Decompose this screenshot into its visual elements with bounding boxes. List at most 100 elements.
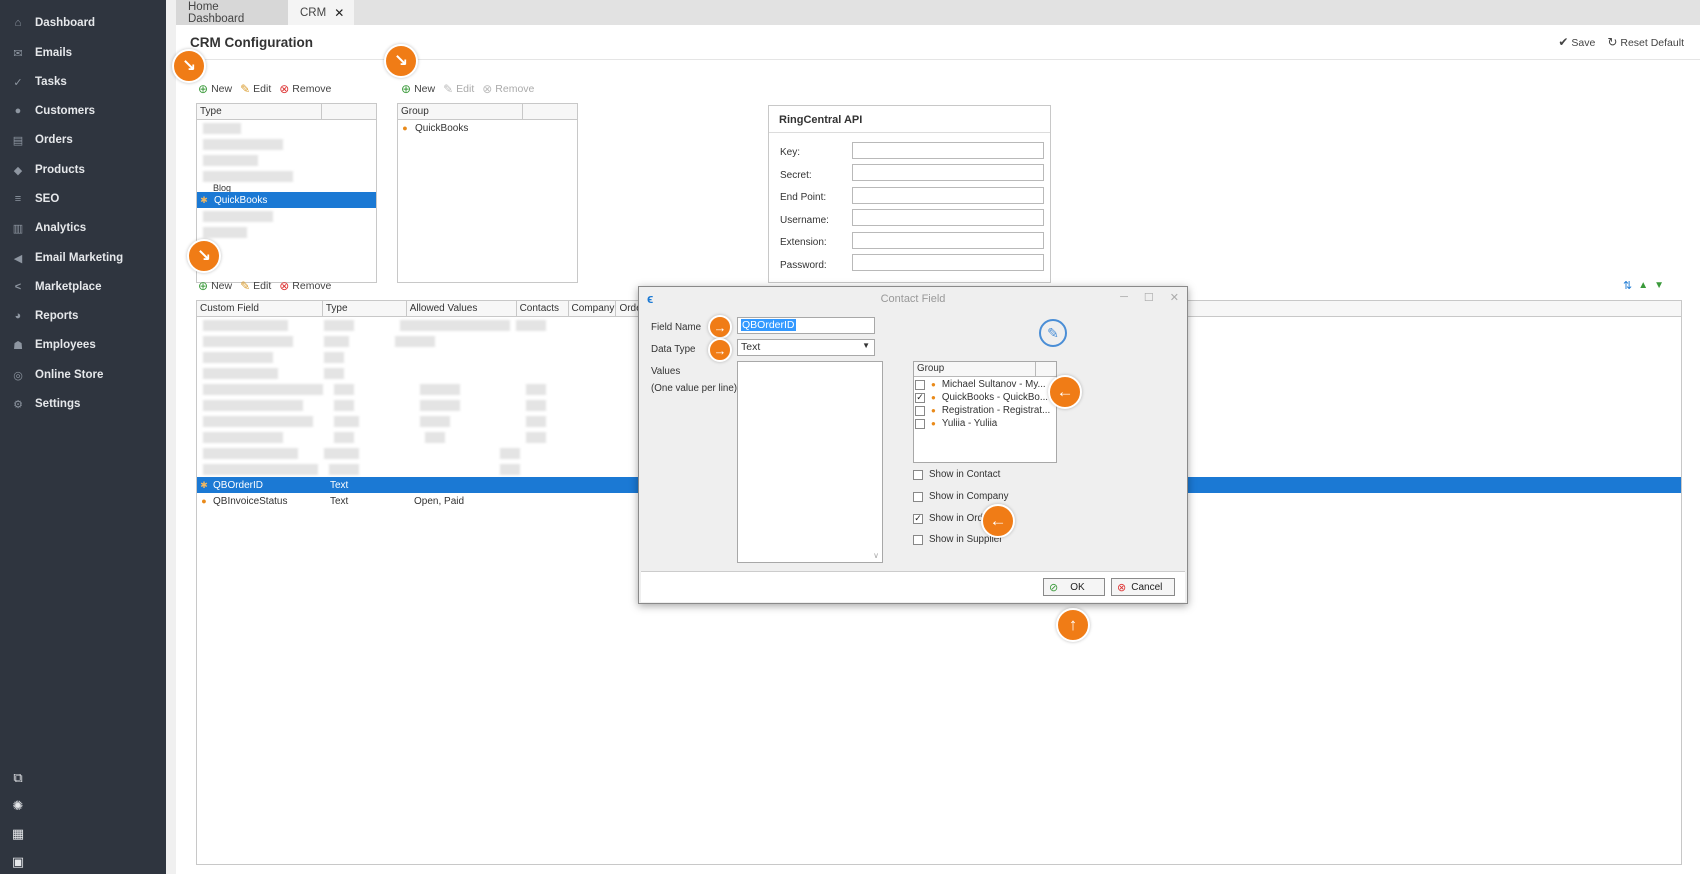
cancel-button[interactable]: ⊗ Cancel [1111,578,1175,596]
maximize-icon[interactable]: ☐ [1144,291,1154,304]
group-row-quickbooks[interactable]: ● QuickBooks [398,120,577,136]
group-remove-button[interactable]: ⊗ Remove [482,82,534,96]
minimize-icon[interactable]: ─ [1120,291,1128,304]
group-item-registration[interactable]: ● Registration - Registrat... [915,405,1057,416]
nav-email-marketing[interactable]: ◀ Email Marketing [0,245,166,271]
group-list: Group ● Michael Sultanov - My... ✓ ● QuickB… [913,361,1057,463]
dialog-titlebar: ϵ Contact Field ─ ☐ ✕ [647,291,1179,306]
show-in-order-checkbox[interactable]: ✓ Show in Order [913,513,992,524]
nav-reports[interactable]: ◕ Reports [0,303,166,329]
nav-marketplace[interactable]: < Marketplace [0,274,166,300]
remove-circle-icon: ⊗ [279,82,290,96]
edit-icon: ✎ [443,82,454,96]
tasks-icon: ✓ [13,76,23,89]
col-contacts[interactable]: Contacts [517,301,569,316]
search-gear-icon: ⚙ [13,398,23,411]
values-textarea[interactable]: ∨ [737,361,883,563]
tab-crm[interactable]: CRM ✕ [288,0,354,25]
cart-icon: ▤ [12,134,24,147]
nav-tasks[interactable]: ✓ Tasks [0,69,166,95]
list-item[interactable] [197,152,376,168]
group-new-button[interactable]: ⊕ New [401,82,435,96]
bullet-icon: ✱ [200,194,208,205]
col-company[interactable]: Company [569,301,617,316]
key-input[interactable] [852,142,1044,159]
sidebar: ⌂ Dashboard ✉ Emails ✓ Tasks ● Customers ▤ Or… [0,0,166,874]
callout-arrow-icon: ← [981,504,1015,538]
calendar-icon[interactable]: ▣ [10,854,26,870]
checkbox[interactable] [915,379,925,390]
checkbox[interactable] [915,405,925,416]
group-item-yuliia[interactable]: ● Yuliia - Yuliia [915,418,1057,429]
type-edit-button[interactable]: ✎ Edit [240,82,271,96]
nav-dashboard[interactable]: ⌂ Dashboard [0,10,166,36]
group-column-header[interactable]: Group [398,104,524,119]
tab-home-dashboard[interactable]: Home Dashboard [176,0,288,25]
list-item[interactable] [197,168,376,184]
page-title: CRM Configuration [190,35,313,50]
nav-orders[interactable]: ▤ Orders [0,127,166,153]
nav-settings[interactable]: ⚙ Settings [0,391,166,417]
pencil-icon[interactable]: ✎ [1039,319,1067,347]
check-circle-icon: ⊘ [1049,581,1059,594]
reset-default-button[interactable]: ↻ Reset Default [1607,35,1684,49]
group-item-quickbooks[interactable]: ✓ ● QuickBooks - QuickBo... [915,392,1057,403]
arrow-up-icon[interactable]: ▲ [1638,280,1648,291]
group-edit-button[interactable]: ✎ Edit [443,82,474,96]
checkbox-checked[interactable]: ✓ [915,392,925,403]
edit-icon: ✎ [240,82,251,96]
checkbox[interactable] [915,418,925,429]
close-tab-icon[interactable]: ✕ [334,6,344,20]
save-button[interactable]: ✔ Save [1558,35,1595,49]
col-type[interactable]: Type [323,301,407,316]
list-item[interactable]: Blog [197,184,376,192]
nav-customers[interactable]: ● Customers [0,98,166,124]
windows-icon[interactable]: ⧉ [10,770,26,786]
extension-input[interactable] [852,232,1044,249]
field-remove-button[interactable]: ⊗ Remove [279,279,331,293]
remove-circle-icon: ⊗ [279,279,290,293]
check-circle-icon: ✔ [1558,35,1569,49]
type-row-quickbooks[interactable]: ✱ QuickBooks [197,192,376,208]
lightbulb-icon[interactable]: ✺ [10,798,26,814]
list-item[interactable] [197,120,376,136]
scroll-down-icon[interactable]: ∨ [873,551,879,560]
list-item[interactable] [197,224,376,240]
type-new-button[interactable]: ⊕ New [198,82,232,96]
nav-online-store[interactable]: ◎ Online Store [0,362,166,388]
list-item[interactable] [197,136,376,152]
nav-emails[interactable]: ✉ Emails [0,40,166,66]
data-type-label: Data Type [651,344,696,355]
col-allowed-values[interactable]: Allowed Values [407,301,517,316]
callout-arrow-icon: ↑ [1056,608,1090,642]
password-input[interactable] [852,254,1044,271]
callout-arrow-icon: ↘ [187,239,221,273]
field-name-input[interactable]: QBOrderID [737,317,875,334]
show-in-company-checkbox[interactable]: Show in Company [913,491,1009,502]
show-in-contact-checkbox[interactable]: Show in Contact [913,469,1000,480]
arrow-down-icon[interactable]: ▼ [1654,280,1664,291]
data-type-select[interactable]: Text ▼ [737,339,875,356]
col-custom-field[interactable]: Custom Field [197,301,323,316]
end-point-input[interactable] [852,187,1044,204]
nav-products[interactable]: ◆ Products [0,157,166,183]
ok-button[interactable]: ⊘ OK [1043,578,1105,596]
list-item[interactable] [197,208,376,224]
secret-input[interactable] [852,164,1044,181]
dialog-footer: ⊘ OK ⊗ Cancel [641,571,1185,602]
grid-icon[interactable]: ▦ [10,826,26,842]
group-item-michael[interactable]: ● Michael Sultanov - My... [915,379,1057,390]
field-edit-button[interactable]: ✎ Edit [240,279,271,293]
nav-employees[interactable]: ☗ Employees [0,332,166,358]
bullet-icon: ● [201,496,207,506]
type-grid: Type Blog ✱ QuickBooks [196,103,377,283]
username-input[interactable] [852,209,1044,226]
sort-az-icon[interactable]: ⇅ [1623,279,1632,292]
type-column-header[interactable]: Type [197,104,323,119]
nav-seo[interactable]: ≡ SEO [0,186,166,212]
callout-arrow-icon: ↘ [172,49,206,83]
field-new-button[interactable]: ⊕ New [198,279,232,293]
nav-analytics[interactable]: ▥ Analytics [0,215,166,241]
close-icon[interactable]: ✕ [1170,291,1179,304]
type-remove-button[interactable]: ⊗ Remove [279,82,331,96]
